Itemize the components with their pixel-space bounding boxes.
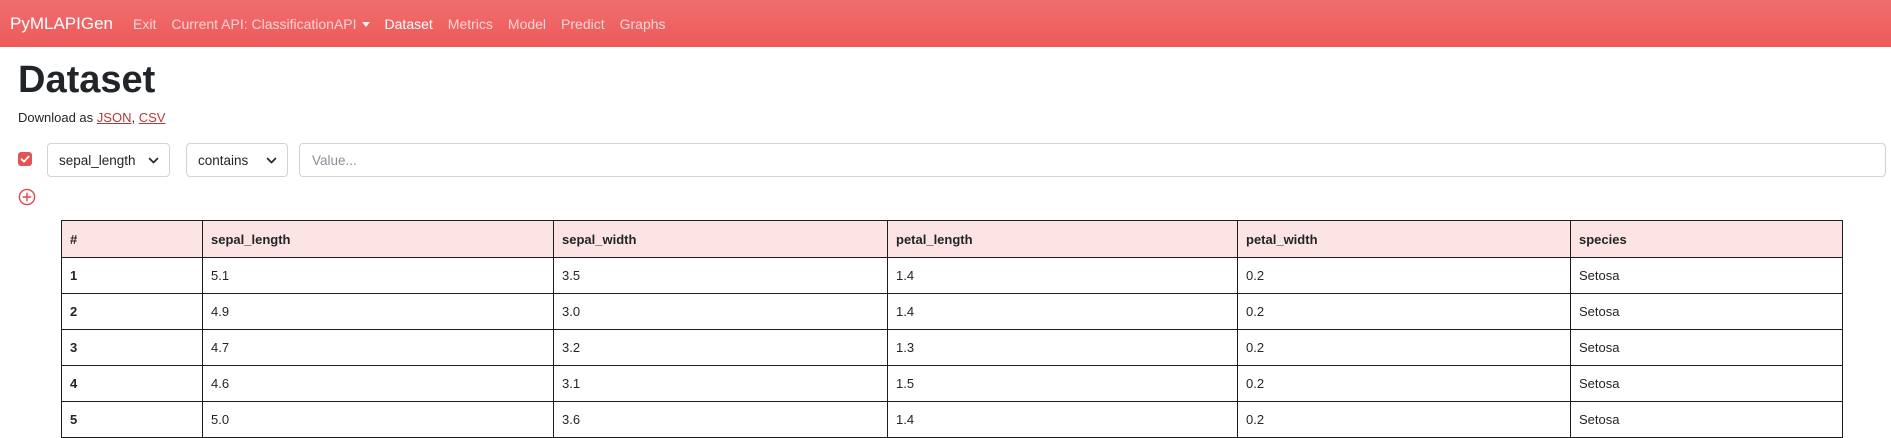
table-cell: Setosa bbox=[1570, 329, 1843, 366]
table-row: 1 5.1 3.5 1.4 0.2 Setosa bbox=[61, 257, 1843, 294]
table-cell: Setosa bbox=[1570, 293, 1843, 330]
table-cell: 3.0 bbox=[553, 293, 888, 330]
download-json-link[interactable]: JSON bbox=[97, 110, 132, 125]
download-separator: , bbox=[131, 110, 136, 125]
table-cell: 1 bbox=[61, 257, 203, 294]
column-header-index[interactable]: # bbox=[61, 220, 203, 258]
table-cell: 1.5 bbox=[887, 365, 1238, 402]
table-cell: 0.2 bbox=[1237, 293, 1571, 330]
nav-link-model[interactable]: Model bbox=[508, 16, 546, 32]
filter-column-value: sepal_length bbox=[59, 152, 136, 168]
chevron-down-icon bbox=[148, 157, 159, 164]
table-cell: 3.1 bbox=[553, 365, 888, 402]
filter-enabled-checkbox[interactable] bbox=[18, 152, 32, 166]
table-row: 4 4.6 3.1 1.5 0.2 Setosa bbox=[61, 365, 1843, 402]
table-cell: 5 bbox=[61, 401, 203, 438]
table-cell: 3.5 bbox=[553, 257, 888, 294]
table-cell: 1.4 bbox=[887, 293, 1238, 330]
caret-down-icon bbox=[361, 21, 370, 27]
column-header-species[interactable]: species bbox=[1570, 220, 1843, 258]
table-cell: 0.2 bbox=[1237, 329, 1571, 366]
table-cell: 4.7 bbox=[202, 329, 554, 366]
table-cell: 0.2 bbox=[1237, 257, 1571, 294]
nav-link-predict[interactable]: Predict bbox=[561, 16, 605, 32]
download-prefix: Download as bbox=[18, 110, 94, 125]
table-cell: Setosa bbox=[1570, 401, 1843, 438]
table-cell: 4.6 bbox=[202, 365, 554, 402]
table-cell: 0.2 bbox=[1237, 365, 1571, 402]
table-cell: 3 bbox=[61, 329, 203, 366]
navbar: PyMLAPIGen Exit Current API: Classificat… bbox=[0, 0, 1891, 47]
column-header-sepal-width[interactable]: sepal_width bbox=[553, 220, 888, 258]
filter-operator-select[interactable]: contains bbox=[186, 143, 288, 177]
table-cell: Setosa bbox=[1570, 365, 1843, 402]
table-row: 3 4.7 3.2 1.3 0.2 Setosa bbox=[61, 329, 1843, 366]
plus-circle-icon bbox=[18, 188, 36, 206]
table-cell: 1.3 bbox=[887, 329, 1238, 366]
download-line: Download as JSON, CSV bbox=[18, 110, 165, 125]
table-cell: 3.6 bbox=[553, 401, 888, 438]
filter-row: sepal_length contains bbox=[18, 143, 1886, 177]
column-header-petal-width[interactable]: petal_width bbox=[1237, 220, 1571, 258]
table-row: 5 5.0 3.6 1.4 0.2 Setosa bbox=[61, 401, 1843, 438]
brand-title[interactable]: PyMLAPIGen bbox=[10, 14, 113, 34]
nav-link-graphs[interactable]: Graphs bbox=[620, 16, 666, 32]
nav-link-metrics[interactable]: Metrics bbox=[448, 16, 493, 32]
table-cell: Setosa bbox=[1570, 257, 1843, 294]
nav-link-current-api[interactable]: Current API: ClassificationAPI bbox=[171, 15, 370, 32]
filter-operator-value: contains bbox=[198, 152, 249, 168]
chevron-down-icon bbox=[266, 157, 277, 164]
filter-value-input[interactable] bbox=[299, 143, 1886, 177]
column-header-petal-length[interactable]: petal_length bbox=[887, 220, 1238, 258]
table-cell: 3.2 bbox=[553, 329, 888, 366]
check-icon bbox=[20, 155, 30, 163]
nav-link-exit[interactable]: Exit bbox=[133, 16, 156, 32]
table-row: 2 4.9 3.0 1.4 0.2 Setosa bbox=[61, 293, 1843, 330]
dataset-table: # sepal_length sepal_width petal_length … bbox=[61, 220, 1843, 438]
table-cell: 5.0 bbox=[202, 401, 554, 438]
table-cell: 4 bbox=[61, 365, 203, 402]
add-filter-button[interactable] bbox=[18, 188, 36, 206]
table-cell: 0.2 bbox=[1237, 401, 1571, 438]
table-cell: 1.4 bbox=[887, 401, 1238, 438]
dataset-table-container: # sepal_length sepal_width petal_length … bbox=[61, 220, 1843, 438]
table-cell: 5.1 bbox=[202, 257, 554, 294]
table-cell: 2 bbox=[61, 293, 203, 330]
table-header-row: # sepal_length sepal_width petal_length … bbox=[61, 220, 1843, 258]
nav-link-dataset[interactable]: Dataset bbox=[385, 16, 433, 32]
page-title: Dataset bbox=[18, 59, 156, 101]
column-header-sepal-length[interactable]: sepal_length bbox=[202, 220, 554, 258]
table-cell: 4.9 bbox=[202, 293, 554, 330]
filter-column-select[interactable]: sepal_length bbox=[47, 143, 170, 177]
nav-link-current-api-label: Current API: ClassificationAPI bbox=[171, 15, 357, 32]
download-csv-link[interactable]: CSV bbox=[139, 110, 166, 125]
table-cell: 1.4 bbox=[887, 257, 1238, 294]
